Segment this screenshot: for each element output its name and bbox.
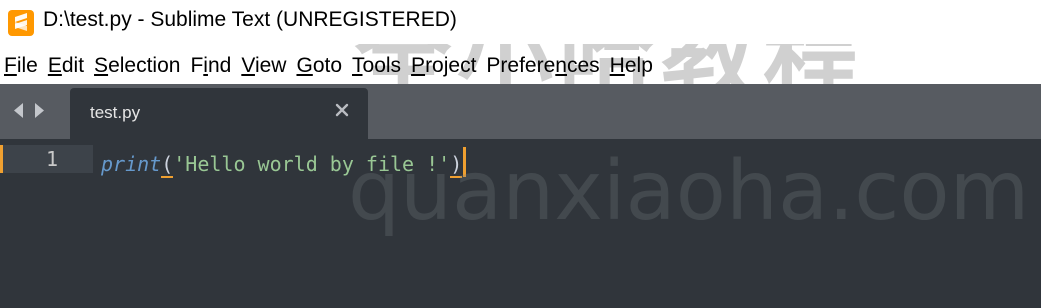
menu-label-part: S <box>94 54 109 77</box>
menu-label-part: T <box>352 54 363 77</box>
menu-label-part: iew <box>254 54 287 77</box>
sublime-text-icon <box>8 10 34 36</box>
menu-label-part: V <box>241 54 255 77</box>
line-number: 1 <box>45 147 58 171</box>
menu-item-edit[interactable]: Edit <box>44 54 90 78</box>
menu-label-part: roject <box>425 54 477 77</box>
menu-item-project[interactable]: Project <box>407 54 482 78</box>
tab-bar: test.py <box>0 84 1041 139</box>
menu-label-part: ile <box>16 54 38 77</box>
menu-item-file[interactable]: File <box>0 54 44 78</box>
token-close-paren: ) <box>450 152 463 178</box>
code-line[interactable]: print('Hello world by file !') <box>101 147 467 178</box>
chevron-left-icon[interactable] <box>12 102 25 123</box>
token-function: print <box>101 152 162 176</box>
menu-label-part: P <box>411 54 426 77</box>
menu-label-part: oto <box>312 54 343 77</box>
menu-label-part: G <box>296 54 313 77</box>
menu-item-selection[interactable]: Selection <box>90 54 186 78</box>
menu-label-part: n <box>555 54 567 77</box>
menu-label-part: F <box>4 54 17 77</box>
tab-label: test.py <box>90 103 141 122</box>
menu-label-part: ools <box>362 54 402 77</box>
menu-label-part: elp <box>624 54 653 77</box>
token-string: 'Hello world by file !' <box>173 152 451 176</box>
menu-label-part: F <box>190 54 204 77</box>
title-bar: D:\test.py - Sublime Text (UNREGISTERED) <box>0 0 1041 44</box>
chevron-right-icon[interactable] <box>33 102 46 123</box>
token-open-paren: ( <box>161 152 174 178</box>
text-cursor <box>463 147 467 177</box>
menu-bar: File Edit Selection Find View Goto Tools Projec… <box>0 50 1041 82</box>
menu-label-part: E <box>47 54 62 77</box>
tab-nav-arrows <box>12 102 46 123</box>
menu-item-help[interactable]: Help <box>606 54 659 78</box>
menu-item-tools[interactable]: Tools <box>348 54 407 78</box>
tab-test-py[interactable]: test.py <box>70 88 368 139</box>
menu-item-goto[interactable]: Goto <box>292 54 348 78</box>
window-title: D:\test.py - Sublime Text (UNREGISTERED) <box>43 8 457 31</box>
editor-area[interactable]: 1 print('Hello world by file !') <box>0 139 1041 308</box>
close-icon[interactable] <box>334 102 350 118</box>
menu-item-view[interactable]: View <box>237 54 292 78</box>
menu-item-find[interactable]: Find <box>186 54 237 78</box>
menu-label-part: dit <box>61 54 85 77</box>
menu-label-part: H <box>609 54 625 77</box>
menu-label-part: ces <box>566 54 600 77</box>
menu-label-part: Prefere <box>486 54 556 77</box>
menu-item-preferences[interactable]: Preferences <box>482 54 605 78</box>
menu-label-part: nd <box>207 54 232 77</box>
menu-label-part: election <box>108 54 181 77</box>
